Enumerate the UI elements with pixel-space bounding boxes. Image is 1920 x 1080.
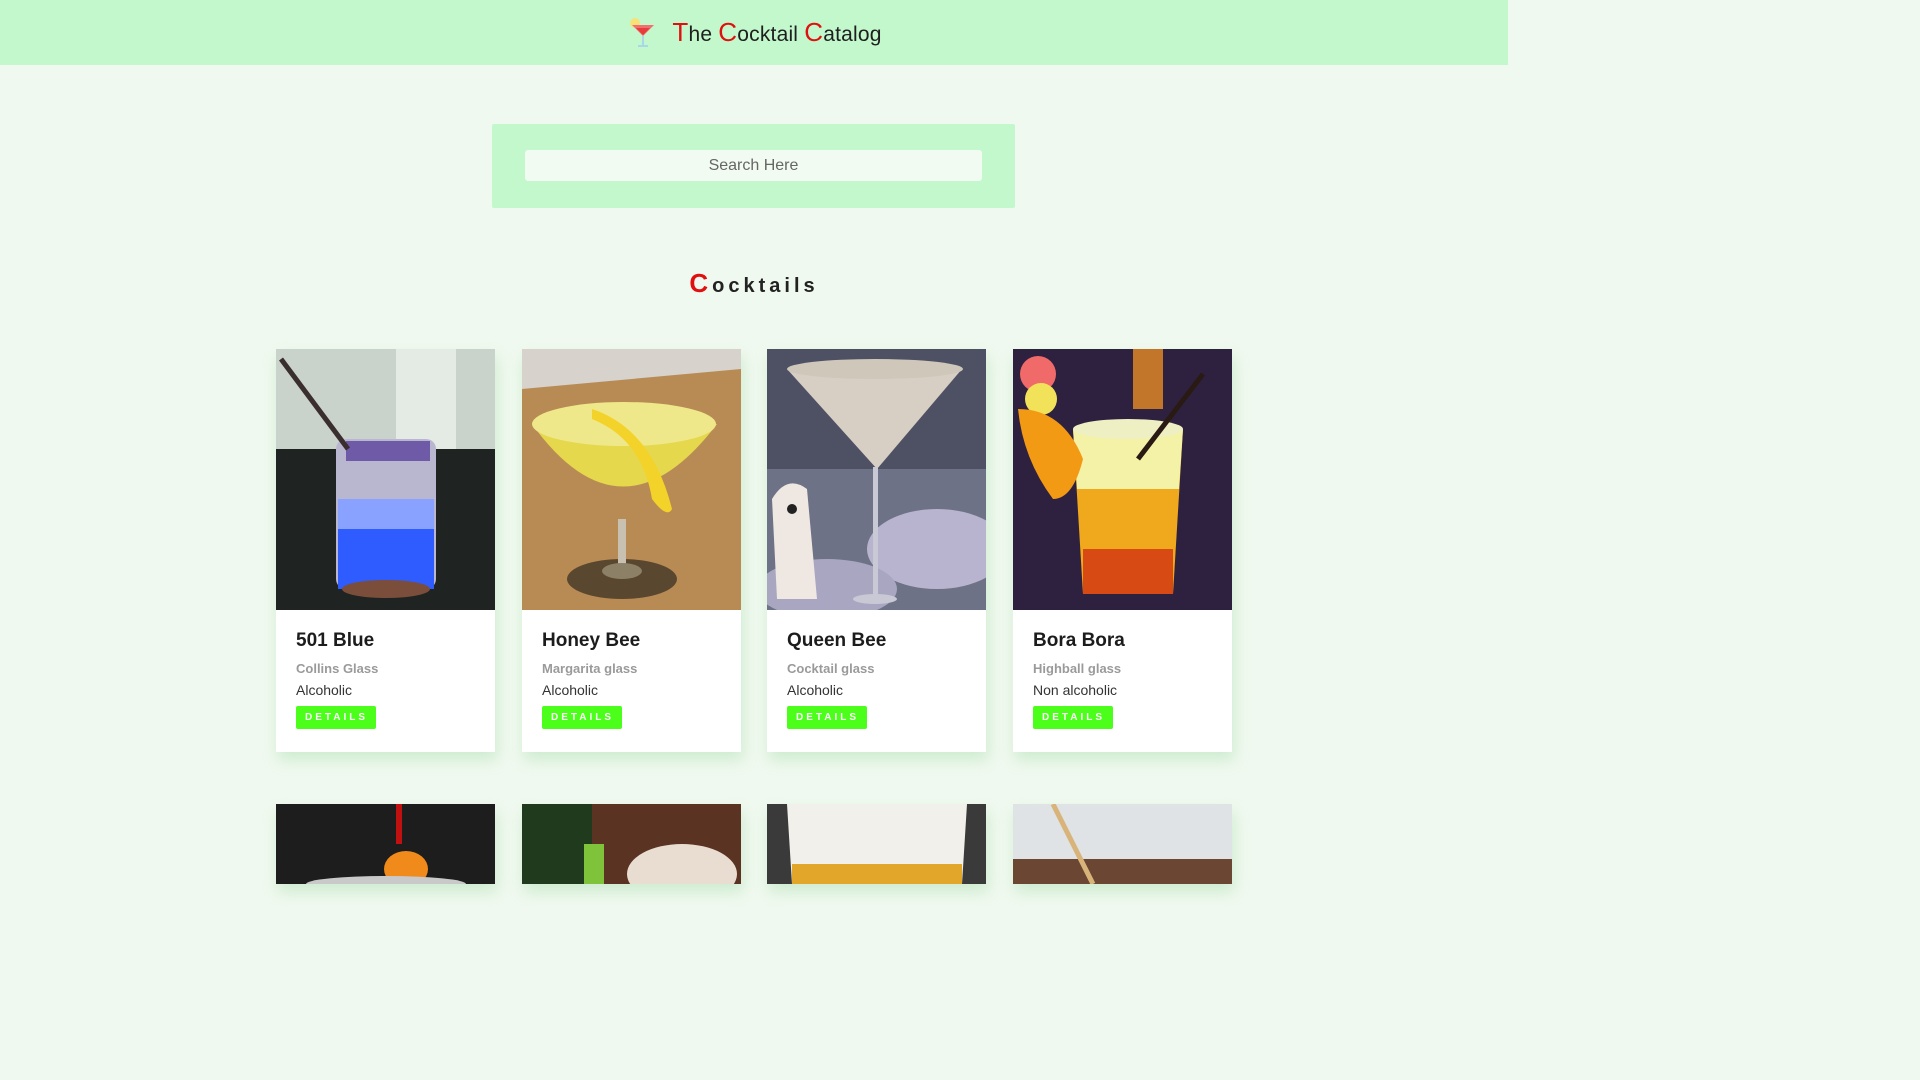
section-title: Cocktails: [0, 268, 1508, 299]
cocktail-name: Queen Bee: [787, 630, 887, 651]
alcohol-type: Non alcoholic: [1033, 682, 1118, 698]
details-button[interactable]: DETAILS: [1033, 706, 1114, 729]
cocktail-image[interactable]: [767, 804, 986, 884]
cocktail-image[interactable]: [1013, 349, 1232, 610]
cocktail-name: Honey Bee: [542, 630, 641, 651]
details-button[interactable]: DETAILS: [296, 706, 377, 729]
card-body: Bora Bora Highball glass Non alcoholic D…: [1013, 610, 1232, 752]
section-initial: C: [689, 268, 713, 298]
brand[interactable]: The Cocktail Catalog: [626, 16, 881, 50]
cocktail-name: Bora Bora: [1033, 630, 1125, 651]
cocktail-image[interactable]: [522, 349, 741, 610]
search-panel: [492, 124, 1015, 208]
card-body: Honey Bee Margarita glass Alcoholic DETA…: [522, 610, 741, 752]
glass-type: Collins Glass: [296, 661, 379, 676]
cocktail-card: 501 Blue Collins Glass Alcoholic DETAILS: [276, 349, 495, 752]
details-button[interactable]: DETAILS: [787, 706, 868, 729]
cocktail-card: Queen Bee Cocktail glass Alcoholic DETAI…: [767, 349, 986, 752]
title-text: ocktail: [737, 23, 805, 46]
cocktail-card[interactable]: [1013, 804, 1232, 884]
cocktail-image[interactable]: [1013, 804, 1232, 884]
cocktail-image[interactable]: [276, 804, 495, 884]
app-title: The Cocktail Catalog: [672, 17, 881, 48]
cocktail-name: 501 Blue: [296, 630, 375, 651]
title-text: atalog: [823, 23, 882, 46]
card-body: Queen Bee Cocktail glass Alcoholic DETAI…: [767, 610, 986, 752]
title-initial: T: [672, 17, 689, 47]
glass-type: Cocktail glass: [787, 661, 875, 676]
title-initial: C: [718, 17, 738, 47]
alcohol-type: Alcoholic: [296, 682, 353, 698]
cocktail-glass-icon: [626, 16, 658, 50]
navbar: The Cocktail Catalog: [0, 0, 1508, 65]
cocktail-image[interactable]: [767, 349, 986, 610]
glass-type: Margarita glass: [542, 661, 638, 676]
alcohol-type: Alcoholic: [542, 682, 599, 698]
cocktail-card[interactable]: [767, 804, 986, 884]
details-button[interactable]: DETAILS: [542, 706, 623, 729]
alcohol-type: Alcoholic: [787, 682, 844, 698]
cocktail-card: Bora Bora Highball glass Non alcoholic D…: [1013, 349, 1232, 752]
cocktail-card[interactable]: [522, 804, 741, 884]
title-initial: C: [804, 17, 824, 47]
search-input[interactable]: [525, 150, 982, 181]
title-text: he: [688, 23, 719, 46]
card-body: 501 Blue Collins Glass Alcoholic DETAILS: [276, 610, 495, 752]
cocktail-image[interactable]: [522, 804, 741, 884]
cocktail-card[interactable]: [276, 804, 495, 884]
cocktail-image[interactable]: [276, 349, 495, 610]
cocktail-card: Honey Bee Margarita glass Alcoholic DETA…: [522, 349, 741, 752]
section-text: ocktails: [712, 275, 819, 297]
glass-type: Highball glass: [1033, 661, 1122, 676]
